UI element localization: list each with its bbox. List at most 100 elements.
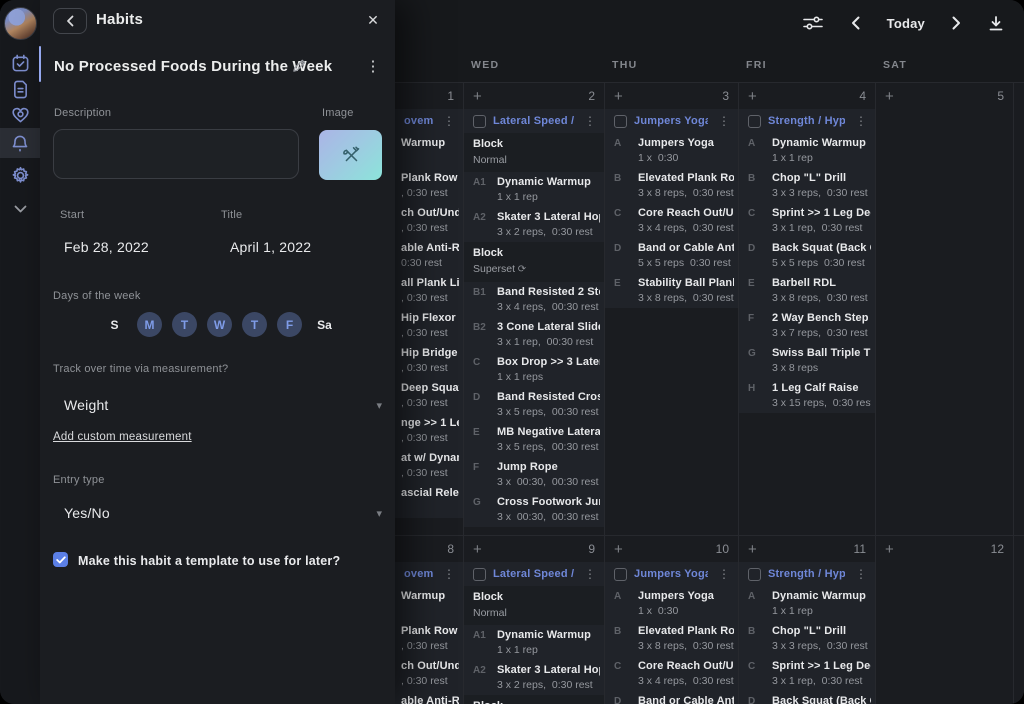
workout-checkbox[interactable] bbox=[748, 568, 761, 581]
add-workout-button[interactable]: + bbox=[473, 542, 482, 557]
workout-title[interactable]: Jumpers Yoga / Core bbox=[634, 115, 708, 127]
workout-menu-icon[interactable]: ⋮ bbox=[581, 114, 599, 128]
workout-menu-icon[interactable]: ⋮ bbox=[440, 567, 458, 581]
workout-title[interactable]: ovement Q... bbox=[404, 115, 433, 127]
workout-title[interactable]: Lateral Speed / Plyo bbox=[493, 115, 574, 127]
exercise-row[interactable]: BChop "L" Drill3 x 3 reps, 0:30 rest bbox=[739, 168, 875, 203]
exercise-row[interactable]: Plank Row, 0:30 rest bbox=[395, 168, 463, 203]
exercise-row[interactable]: Plank Row, 0:30 rest bbox=[395, 621, 463, 656]
habit-menu-icon[interactable]: ⋮ bbox=[362, 56, 384, 76]
exercise-row[interactable]: CSprint >> 1 Leg Declarations3 x 1 rep, … bbox=[739, 656, 875, 691]
day-toggle-s[interactable]: S bbox=[102, 312, 127, 337]
day-toggle-t[interactable]: T bbox=[172, 312, 197, 337]
bell-icon[interactable] bbox=[0, 128, 40, 158]
exercise-row[interactable]: ascial Release C... bbox=[395, 483, 463, 518]
document-icon[interactable] bbox=[0, 76, 40, 102]
exercise-row[interactable]: DBand or Cable Anti Rotati...5 x 5 reps … bbox=[605, 691, 738, 704]
workout-menu-icon[interactable]: ⋮ bbox=[581, 567, 599, 581]
exercise-row[interactable]: Hip Bridge w/ ..., 0:30 rest bbox=[395, 343, 463, 378]
workout-menu-icon[interactable]: ⋮ bbox=[715, 567, 733, 581]
gear-icon[interactable] bbox=[0, 162, 40, 188]
add-workout-button[interactable]: + bbox=[885, 89, 894, 104]
exercise-row[interactable]: EBarbell RDL3 x 8 reps, 0:30 rest bbox=[739, 273, 875, 308]
exercise-row[interactable]: CCore Reach Out/Under3 x 4 reps, 0:30 re… bbox=[605, 203, 738, 238]
exercise-row[interactable]: AJumpers Yoga1 x 0:30 bbox=[605, 133, 738, 168]
exercise-row[interactable]: able Anti-Rotati...0:30 rest bbox=[395, 238, 463, 273]
exercise-row[interactable]: ch Out/Under, 0:30 rest bbox=[395, 656, 463, 691]
habit-image-thumbnail[interactable] bbox=[319, 130, 382, 180]
workout-title[interactable]: Strength / Hypertro... bbox=[768, 115, 845, 127]
workout-menu-icon[interactable]: ⋮ bbox=[852, 567, 870, 581]
add-custom-measurement-link[interactable]: Add custom measurement bbox=[53, 431, 192, 443]
day-toggle-w[interactable]: W bbox=[207, 312, 232, 337]
exercise-row[interactable]: ADynamic Warmup1 x 1 rep bbox=[739, 133, 875, 168]
exercise-row[interactable]: Hip Flexor Rais..., 0:30 rest bbox=[395, 308, 463, 343]
today-button[interactable]: Today bbox=[887, 16, 925, 31]
close-icon[interactable]: ✕ bbox=[362, 9, 384, 31]
edit-pencil-icon[interactable] bbox=[292, 58, 307, 78]
start-date-value[interactable]: Feb 28, 2022 bbox=[64, 239, 149, 255]
exercise-row[interactable]: A1Dynamic Warmup1 x 1 rep bbox=[464, 625, 604, 660]
heart-health-icon[interactable] bbox=[0, 102, 40, 128]
exercise-row[interactable]: A2Skater 3 Lateral Hops >> ...3 x 2 reps… bbox=[464, 660, 604, 695]
next-week-button[interactable] bbox=[952, 16, 961, 30]
workout-menu-icon[interactable]: ⋮ bbox=[440, 114, 458, 128]
exercise-row[interactable]: BElevated Plank Row3 x 8 reps, 0:30 rest bbox=[605, 621, 738, 656]
exercise-row[interactable]: FJump Rope3 x 00:30, 00:30 rest bbox=[464, 457, 604, 492]
calendar-check-icon[interactable] bbox=[0, 50, 40, 76]
template-checkbox[interactable] bbox=[53, 552, 68, 567]
exercise-row[interactable]: DBand or Cable Anti Rotati...5 x 5 reps … bbox=[605, 238, 738, 273]
day-toggle-t[interactable]: T bbox=[242, 312, 267, 337]
exercise-row[interactable]: Warmup bbox=[395, 586, 463, 621]
download-icon[interactable] bbox=[988, 15, 1004, 32]
chevron-down-icon[interactable] bbox=[0, 196, 40, 222]
exercise-row[interactable]: CCore Reach Out/Under3 x 4 reps, 0:30 re… bbox=[605, 656, 738, 691]
prev-week-button[interactable] bbox=[851, 16, 860, 30]
end-date-value[interactable]: April 1, 2022 bbox=[230, 239, 311, 255]
description-input[interactable] bbox=[53, 129, 299, 179]
exercise-row[interactable]: B1Band Resisted 2 Step Late...3 x 4 reps… bbox=[464, 282, 604, 317]
workout-checkbox[interactable] bbox=[473, 568, 486, 581]
workout-menu-icon[interactable]: ⋮ bbox=[852, 114, 870, 128]
exercise-row[interactable]: EStability Ball Plank Linear ...3 x 8 re… bbox=[605, 273, 738, 308]
add-workout-button[interactable]: + bbox=[748, 542, 757, 557]
exercise-row[interactable]: at w/ Dynamic P..., 0:30 rest bbox=[395, 448, 463, 483]
filter-sliders-icon[interactable] bbox=[802, 14, 824, 32]
exercise-row[interactable]: able Anti-Rotati...0:30 rest bbox=[395, 691, 463, 704]
back-button[interactable] bbox=[53, 8, 87, 34]
exercise-row[interactable]: DBack Squat (Back Off Set)5 x 5 reps 0:3… bbox=[739, 691, 875, 704]
exercise-row[interactable]: Deep Squat Mo..., 0:30 rest bbox=[395, 378, 463, 413]
exercise-row[interactable]: B23 Cone Lateral Slide3 x 1 rep, 00:30 r… bbox=[464, 317, 604, 352]
add-workout-button[interactable]: + bbox=[614, 542, 623, 557]
exercise-row[interactable]: Warmup bbox=[395, 133, 463, 168]
exercise-row[interactable]: DBand Resisted Crossover...3 x 5 reps, 0… bbox=[464, 387, 604, 422]
entry-type-select[interactable]: Yes/No ▾ bbox=[64, 505, 382, 521]
exercise-row[interactable]: ch Out/Under, 0:30 rest bbox=[395, 203, 463, 238]
exercise-row[interactable]: nge >> 1 Leg St..., 0:30 rest bbox=[395, 413, 463, 448]
exercise-row[interactable]: H1 Leg Calf Raise3 x 15 reps, 0:30 rest bbox=[739, 378, 875, 413]
workout-checkbox[interactable] bbox=[614, 568, 627, 581]
add-workout-button[interactable]: + bbox=[748, 89, 757, 104]
add-workout-button[interactable]: + bbox=[473, 89, 482, 104]
exercise-row[interactable]: GSwiss Ball Triple Threat3 x 8 reps bbox=[739, 343, 875, 378]
day-toggle-sa[interactable]: Sa bbox=[312, 312, 337, 337]
measurement-select[interactable]: Weight ▾ bbox=[64, 397, 382, 413]
workout-title[interactable]: Strength / Hypertro... bbox=[768, 568, 845, 580]
exercise-row[interactable]: BElevated Plank Row3 x 8 reps, 0:30 rest bbox=[605, 168, 738, 203]
workout-title[interactable]: ovement Q... bbox=[404, 568, 433, 580]
workout-title[interactable]: Lateral Speed / Plyo bbox=[493, 568, 574, 580]
add-workout-button[interactable]: + bbox=[885, 542, 894, 557]
exercise-row[interactable]: all Plank Linear ..., 0:30 rest bbox=[395, 273, 463, 308]
exercise-row[interactable]: A2Skater 3 Lateral Hops >> ...3 x 2 reps… bbox=[464, 207, 604, 242]
exercise-row[interactable]: ADynamic Warmup1 x 1 rep bbox=[739, 586, 875, 621]
workout-checkbox[interactable] bbox=[748, 115, 761, 128]
workout-menu-icon[interactable]: ⋮ bbox=[715, 114, 733, 128]
exercise-row[interactable]: DBack Squat (Back Off Set)5 x 5 reps 0:3… bbox=[739, 238, 875, 273]
exercise-row[interactable]: F2 Way Bench Step Up3 x 7 reps, 0:30 res… bbox=[739, 308, 875, 343]
exercise-row[interactable]: GCross Footwork Jump Rope3 x 00:30, 00:3… bbox=[464, 492, 604, 527]
add-workout-button[interactable]: + bbox=[614, 89, 623, 104]
day-toggle-f[interactable]: F bbox=[277, 312, 302, 337]
day-toggle-m[interactable]: M bbox=[137, 312, 162, 337]
avatar[interactable] bbox=[4, 7, 37, 40]
exercise-row[interactable]: A1Dynamic Warmup1 x 1 rep bbox=[464, 172, 604, 207]
